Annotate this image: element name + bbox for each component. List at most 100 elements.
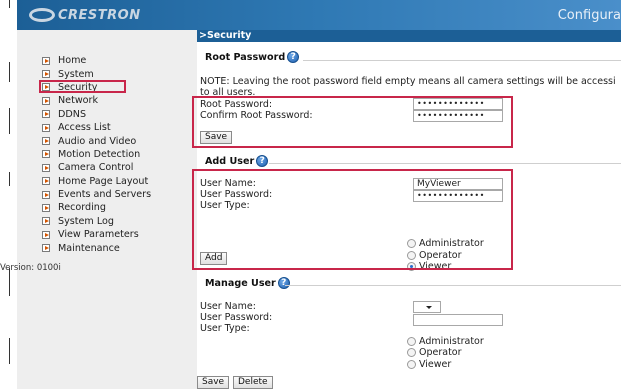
sidebar-item-label: Network xyxy=(58,95,99,107)
sidebar-nav: Home System Security Network DDNS Access… xyxy=(42,54,151,255)
sidebar-item-label: Motion Detection xyxy=(58,148,141,160)
sidebar-item-label: Maintenance xyxy=(58,242,120,254)
arrow-icon xyxy=(42,230,50,239)
radio-icon xyxy=(407,251,416,260)
radio-icon xyxy=(407,348,416,357)
firmware-version: Version: 0100i xyxy=(0,263,61,273)
arrow-icon xyxy=(42,83,50,92)
sidebar-item-label: System Log xyxy=(58,215,114,227)
manage-user-delete-button[interactable]: Delete xyxy=(233,376,273,389)
help-icon[interactable]: ? xyxy=(287,51,300,63)
left-edge-line xyxy=(9,0,10,8)
sidebar-item-view-parameters[interactable]: View Parameters xyxy=(42,228,151,241)
sidebar-item-label: Recording xyxy=(58,202,106,214)
root-password-save-button[interactable]: Save xyxy=(200,131,233,144)
user-type-viewer-radio[interactable]: Viewer xyxy=(407,261,451,272)
user-name-label: User Name: xyxy=(200,178,256,189)
user-password-input[interactable]: ••••••••••••• xyxy=(413,190,503,202)
arrow-icon xyxy=(42,110,50,119)
sidebar-item-recording[interactable]: Recording xyxy=(42,201,151,214)
arrow-icon xyxy=(42,96,50,105)
manage-user-type-operator-radio[interactable]: Operator xyxy=(407,347,462,358)
manage-user-type-administrator-radio[interactable]: Administrator xyxy=(407,336,484,347)
page-header-title: Configura xyxy=(557,8,621,23)
crestron-logo-icon xyxy=(29,8,55,22)
help-icon[interactable]: ? xyxy=(277,277,290,289)
root-password-heading: Root Password ? xyxy=(205,51,300,63)
user-password-label: User Password: xyxy=(200,189,273,200)
radio-icon xyxy=(407,360,416,369)
sidebar-item-label: Camera Control xyxy=(58,162,134,174)
sidebar-item-label: Access List xyxy=(58,122,111,134)
add-user-heading: Add User ? xyxy=(205,155,269,167)
sidebar-item-access-list[interactable]: Access List xyxy=(42,121,151,134)
manage-user-name-select[interactable] xyxy=(413,301,441,313)
arrow-icon xyxy=(42,217,50,226)
sidebar-item-camera-control[interactable]: Camera Control xyxy=(42,161,151,174)
manage-user-heading: Manage User ? xyxy=(205,277,290,289)
arrow-icon xyxy=(42,150,50,159)
manage-user-type-viewer-radio[interactable]: Viewer xyxy=(407,359,451,370)
sidebar-item-ddns[interactable]: DDNS xyxy=(42,108,151,121)
sidebar-item-label: Events and Servers xyxy=(58,189,152,201)
radio-label: Administrator xyxy=(419,238,484,249)
arrow-icon xyxy=(42,137,50,146)
left-edge-line xyxy=(9,338,10,364)
manage-user-type-label: User Type: xyxy=(200,323,250,334)
arrow-icon xyxy=(42,70,50,79)
manage-user-name-label: User Name: xyxy=(200,301,256,312)
help-icon[interactable]: ? xyxy=(256,155,269,167)
user-type-label: User Type: xyxy=(200,200,250,211)
section-divider xyxy=(269,163,621,164)
left-edge-line xyxy=(9,108,10,134)
left-edge-line xyxy=(9,172,10,186)
root-password-note: NOTE: Leaving the root password field em… xyxy=(200,76,616,98)
sidebar-item-system[interactable]: System xyxy=(42,67,151,80)
manage-user-title: Manage User xyxy=(205,277,276,289)
root-password-title: Root Password xyxy=(205,51,286,63)
radio-label: Viewer xyxy=(419,261,452,272)
radio-icon xyxy=(407,239,416,248)
sidebar-item-label: DDNS xyxy=(58,108,87,120)
manage-user-save-button[interactable]: Save xyxy=(197,376,230,389)
root-password-label: Root Password: xyxy=(200,99,273,110)
root-password-input[interactable]: ••••••••••••• xyxy=(413,98,503,110)
sidebar-item-motion-detection[interactable]: Motion Detection xyxy=(42,148,151,161)
confirm-root-password-input[interactable]: ••••••••••••• xyxy=(413,110,503,122)
add-user-button[interactable]: Add xyxy=(200,252,228,265)
arrow-icon xyxy=(42,56,50,65)
user-type-operator-radio[interactable]: Operator xyxy=(407,250,462,261)
sidebar-item-label: Home Page Layout xyxy=(58,175,149,187)
radio-checked-icon xyxy=(407,262,416,271)
sidebar-item-label: Audio and Video xyxy=(58,135,137,147)
sidebar-item-label: Home xyxy=(58,55,87,67)
user-name-input[interactable]: MyViewer xyxy=(413,178,503,190)
sidebar-item-label: Security xyxy=(58,81,98,93)
arrow-icon xyxy=(42,244,50,253)
confirm-root-password-label: Confirm Root Password: xyxy=(200,110,313,121)
logo-text: CRESTRON xyxy=(58,7,141,23)
brand-logo: CRESTRON xyxy=(29,6,141,24)
sidebar-item-maintenance[interactable]: Maintenance xyxy=(42,241,151,254)
radio-label: Operator xyxy=(419,347,462,358)
section-divider xyxy=(285,285,621,286)
radio-icon xyxy=(407,337,416,346)
arrow-icon xyxy=(42,163,50,172)
arrow-icon xyxy=(42,203,50,212)
arrow-icon xyxy=(42,190,50,199)
radio-label: Administrator xyxy=(419,336,484,347)
sidebar-item-system-log[interactable]: System Log xyxy=(42,215,151,228)
manage-user-password-input[interactable] xyxy=(413,314,503,326)
sidebar-item-network[interactable]: Network xyxy=(42,94,151,107)
sidebar-item-events-servers[interactable]: Events and Servers xyxy=(42,188,151,201)
sidebar-item-home-page-layout[interactable]: Home Page Layout xyxy=(42,175,151,188)
radio-label: Operator xyxy=(419,250,462,261)
arrow-icon xyxy=(42,123,50,132)
sidebar-item-home[interactable]: Home xyxy=(42,54,151,67)
sidebar-item-label: View Parameters xyxy=(58,229,139,241)
sidebar-item-audio-video[interactable]: Audio and Video xyxy=(42,134,151,147)
add-user-title: Add User xyxy=(205,155,255,167)
user-type-administrator-radio[interactable]: Administrator xyxy=(407,238,484,249)
section-divider xyxy=(303,60,621,61)
sidebar-item-security[interactable]: Security xyxy=(42,81,151,94)
